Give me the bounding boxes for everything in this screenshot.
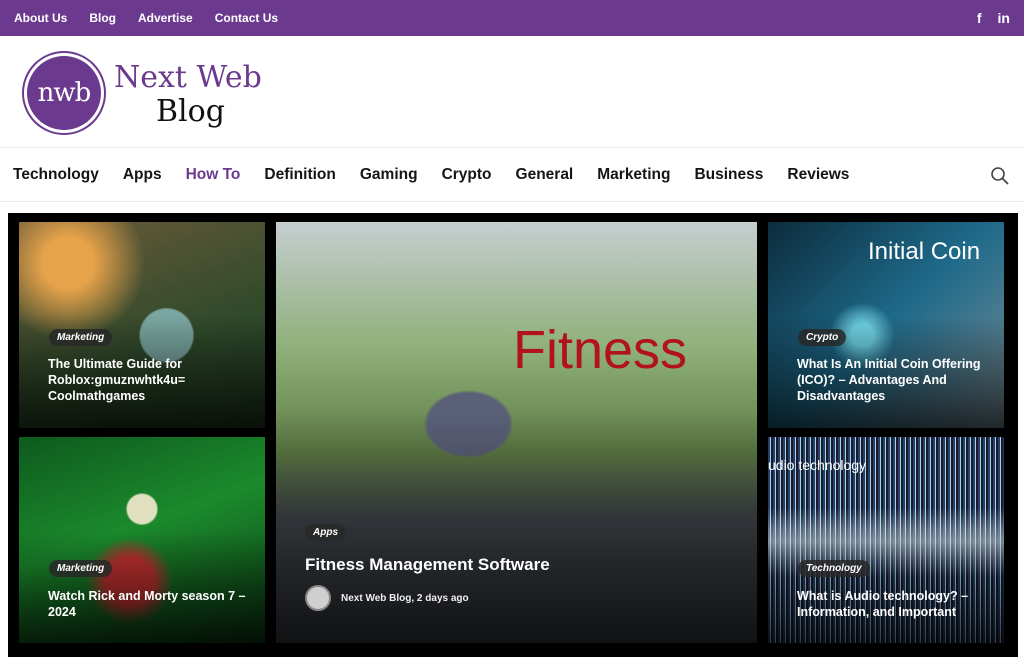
top-link-about-us[interactable]: About Us	[14, 11, 67, 25]
image-overlay-text: udio technology	[768, 457, 867, 473]
post-card-fitness[interactable]: Fitness Apps Fitness Management Software…	[276, 222, 757, 643]
category-badge[interactable]: Marketing	[49, 560, 113, 577]
category-badge[interactable]: Technology	[798, 560, 870, 577]
post-title[interactable]: Watch Rick and Morty season 7 – 2024	[48, 588, 258, 620]
top-link-blog[interactable]: Blog	[89, 11, 116, 25]
nav-item-definition[interactable]: Definition	[264, 166, 335, 184]
category-badge[interactable]: Marketing	[49, 329, 113, 346]
post-card-ico[interactable]: Initial Coin Crypto What Is An Initial C…	[768, 222, 1004, 428]
post-card-rick-and-morty[interactable]: Marketing Watch Rick and Morty season 7 …	[19, 437, 265, 643]
linkedin-icon[interactable]: in	[998, 10, 1010, 26]
category-badge[interactable]: Apps	[305, 524, 346, 541]
author-avatar	[305, 585, 331, 611]
logo-text-line2: Blog	[156, 94, 225, 129]
post-meta: Next Web Blog, 2 days ago	[305, 585, 469, 611]
nav-item-reviews[interactable]: Reviews	[787, 166, 849, 184]
top-link-contact-us[interactable]: Contact Us	[215, 11, 278, 25]
social-links: f in	[977, 10, 1010, 26]
main-nav: Technology Apps How To Definition Gaming…	[0, 148, 1024, 202]
facebook-icon[interactable]: f	[977, 10, 982, 26]
post-title[interactable]: What Is An Initial Coin Offering (ICO)? …	[797, 356, 987, 404]
post-title[interactable]: Fitness Management Software	[305, 554, 725, 576]
nav-item-general[interactable]: General	[516, 166, 574, 184]
logo-area: nwb Next Web Blog	[0, 36, 1024, 148]
category-badge[interactable]: Crypto	[798, 329, 847, 346]
image-overlay-text: Fitness	[513, 320, 688, 380]
search-icon[interactable]	[990, 166, 1010, 186]
nav-item-business[interactable]: Business	[694, 166, 763, 184]
post-title[interactable]: The Ultimate Guide for Roblox:gmuznwhtk4…	[48, 356, 238, 404]
featured-grid: Marketing The Ultimate Guide for Roblox:…	[8, 213, 1018, 657]
nav-item-technology[interactable]: Technology	[13, 166, 99, 184]
nav-item-apps[interactable]: Apps	[123, 166, 162, 184]
site-logo[interactable]: nwb	[22, 51, 106, 135]
nav-item-gaming[interactable]: Gaming	[360, 166, 418, 184]
nav-item-marketing[interactable]: Marketing	[597, 166, 670, 184]
top-link-advertise[interactable]: Advertise	[138, 11, 193, 25]
logo-text-line1: Next Web	[114, 60, 262, 95]
nav-item-how-to[interactable]: How To	[186, 166, 241, 184]
post-card-roblox[interactable]: Marketing The Ultimate Guide for Roblox:…	[19, 222, 265, 428]
top-bar: About Us Blog Advertise Contact Us f in	[0, 0, 1024, 36]
post-card-audio-technology[interactable]: udio technology Technology What is Audio…	[768, 437, 1004, 643]
post-author-date: Next Web Blog, 2 days ago	[341, 592, 469, 604]
top-links: About Us Blog Advertise Contact Us	[14, 11, 278, 25]
logo-mark: nwb	[27, 56, 101, 130]
image-overlay-text: Initial Coin	[868, 238, 981, 265]
post-title[interactable]: What is Audio technology? – Information,…	[797, 588, 987, 620]
nav-item-crypto[interactable]: Crypto	[442, 166, 492, 184]
